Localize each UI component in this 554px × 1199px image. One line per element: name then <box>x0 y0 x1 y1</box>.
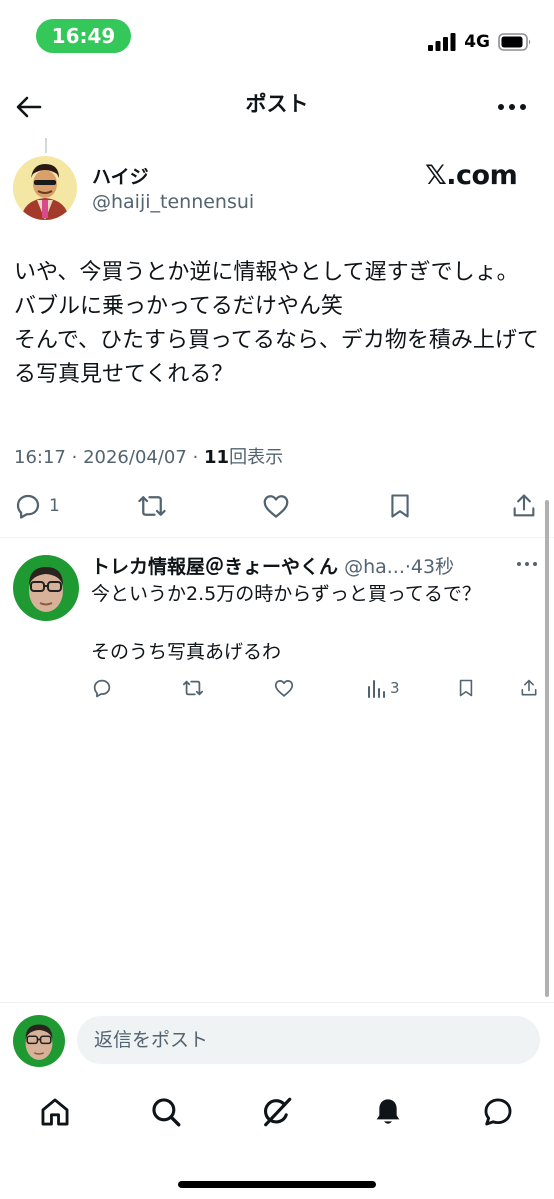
post-text: いや、今買うとか逆に情報やとして遅すぎでしょ。バブルに乗っかってるだけやん笑 そ… <box>14 260 539 387</box>
post-actions: 1 <box>0 489 554 523</box>
more-horizontal-icon <box>498 104 526 110</box>
status-indicators: 4G <box>428 30 532 54</box>
section-divider <box>0 537 554 538</box>
thread-connector <box>45 138 47 153</box>
reply-author-avatar[interactable] <box>13 555 79 621</box>
reply-input[interactable] <box>77 1016 540 1064</box>
reply-actions: 3 <box>0 677 554 703</box>
reply-author-handle[interactable]: @ha... <box>344 556 405 578</box>
reply-reply-button[interactable] <box>91 677 113 699</box>
reply-age: 43秒 <box>410 556 455 578</box>
notifications-icon <box>376 1099 400 1124</box>
bookmark-icon <box>459 679 473 697</box>
battery-icon <box>498 33 531 51</box>
reply-views-button[interactable]: 3 <box>366 677 400 699</box>
bookmark-icon <box>391 494 409 518</box>
messages-icon <box>484 1098 512 1126</box>
like-icon <box>263 495 289 518</box>
bookmark-button[interactable] <box>386 491 414 521</box>
reply-more-button[interactable] <box>514 554 540 574</box>
nav-search[interactable] <box>146 1092 186 1132</box>
scrollbar[interactable] <box>545 500 549 997</box>
repost-icon <box>182 680 204 696</box>
view-count-label: 回表示 <box>229 447 284 468</box>
grok-icon <box>264 1097 292 1127</box>
like-icon <box>274 679 294 697</box>
reply-author-name[interactable]: トレカ情報屋＠きょーやくん <box>91 556 338 578</box>
composer-divider <box>0 1002 554 1003</box>
home-icon <box>41 1098 69 1126</box>
post-time: 16:17 <box>14 447 66 468</box>
nav-home[interactable] <box>35 1092 75 1132</box>
reply-view-count: 3 <box>390 679 400 697</box>
reply-button[interactable]: 1 <box>13 491 60 521</box>
composer-avatar <box>13 1015 65 1067</box>
reply-like-button[interactable] <box>273 677 295 699</box>
meta-separator: · <box>71 447 78 468</box>
reply-bookmark-button[interactable] <box>456 677 476 699</box>
nav-grok[interactable] <box>257 1092 297 1132</box>
nav-messages[interactable] <box>478 1092 518 1132</box>
reply-header: トレカ情報屋＠きょーやくん @ha...·43秒 <box>91 552 511 579</box>
avatar-photo <box>13 555 79 621</box>
reply-icon <box>93 679 111 698</box>
search-icon <box>152 1098 181 1127</box>
post-date: 2026/04/07 <box>83 447 187 468</box>
repost-button[interactable] <box>136 491 168 521</box>
post-meta: 16:17 · 2026/04/07 · 11回表示 <box>14 443 283 469</box>
nav-notifications[interactable] <box>368 1092 408 1132</box>
views-icon <box>368 680 385 698</box>
like-button[interactable] <box>260 491 292 521</box>
network-label: 4G <box>464 32 490 52</box>
reply-icon <box>16 494 40 519</box>
reply-count: 1 <box>49 496 60 516</box>
reply-repost-button[interactable] <box>182 677 204 699</box>
view-count: 11 <box>204 447 230 468</box>
author-name[interactable]: ハイジ <box>92 162 149 189</box>
source-watermark: 𝕏.com <box>425 160 518 191</box>
reply-text: 今というか2.5万の時からずっと買ってるで？ そのうち写真あげるわ <box>91 583 481 663</box>
more-horizontal-icon <box>517 562 537 566</box>
author-avatar[interactable] <box>13 156 77 220</box>
signal-icon <box>428 33 456 51</box>
more-options-button[interactable] <box>494 92 530 122</box>
reply-share-button[interactable] <box>519 677 539 699</box>
share-button[interactable] <box>510 491 538 521</box>
meta-separator: · <box>192 447 199 468</box>
avatar-photo <box>13 1015 65 1067</box>
page-title: ポスト <box>245 92 309 116</box>
share-icon <box>521 679 537 696</box>
home-indicator[interactable] <box>178 1181 376 1188</box>
avatar-illustration <box>13 156 77 220</box>
repost-icon <box>138 496 166 516</box>
bottom-nav <box>0 1092 554 1136</box>
status-time: 16:49 <box>36 19 131 53</box>
author-handle[interactable]: @haiji_tennensui <box>92 191 254 213</box>
share-icon <box>513 494 535 517</box>
